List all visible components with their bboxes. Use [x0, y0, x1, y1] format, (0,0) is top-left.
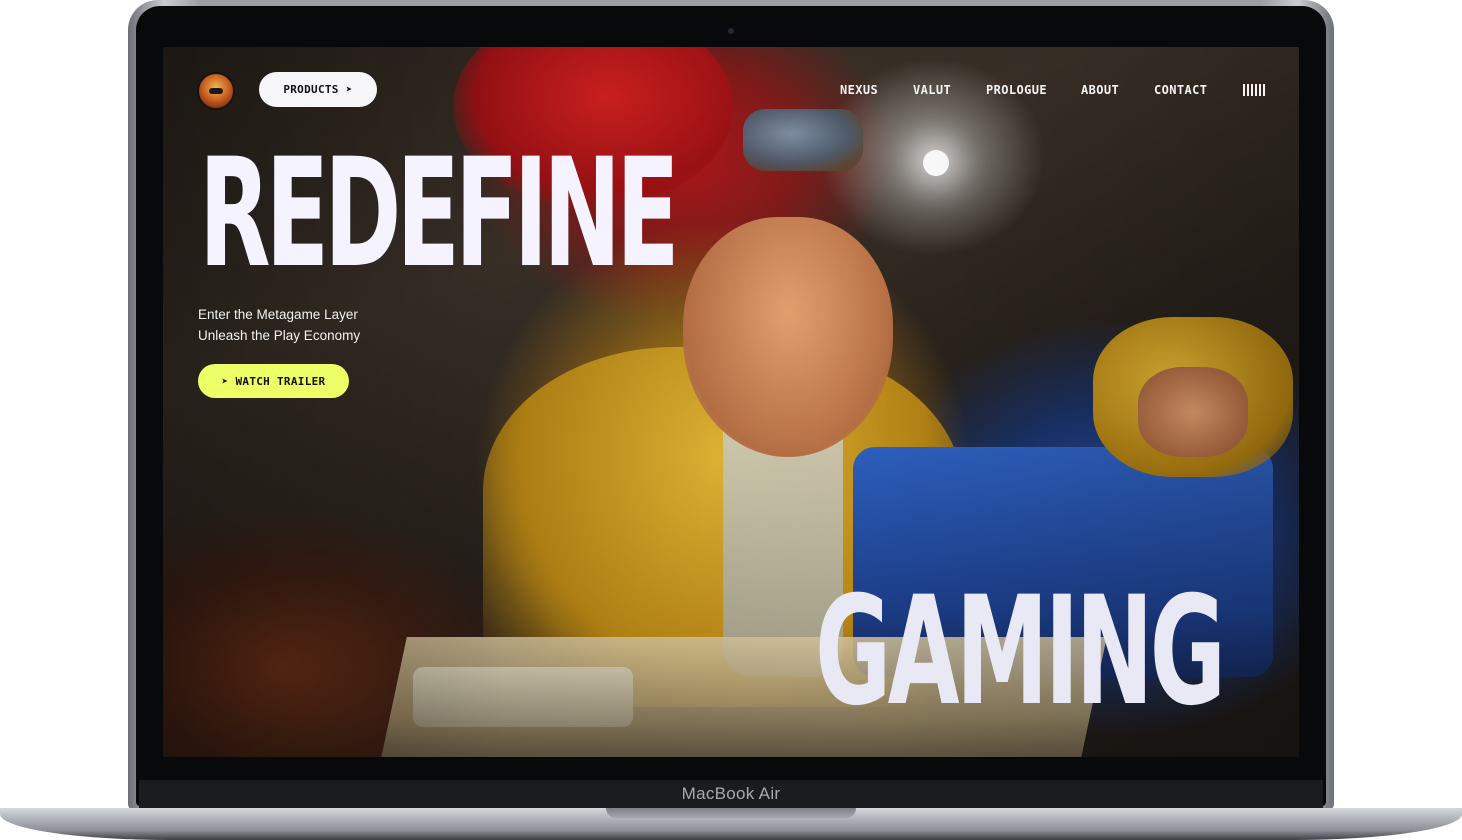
audio-bars-icon[interactable] — [1243, 84, 1265, 96]
mascot-logo-icon[interactable] — [199, 74, 233, 108]
nav-item-valut[interactable]: VALUT — [913, 83, 951, 97]
watch-trailer-button[interactable]: ➤ WATCH TRAILER — [198, 364, 349, 398]
products-label: PRODUCTS — [283, 83, 339, 96]
hero-tagline: Enter the Metagame Layer Unleash the Pla… — [198, 304, 360, 346]
products-button[interactable]: PRODUCTS ➤ — [259, 72, 377, 107]
nav-item-contact[interactable]: CONTACT — [1154, 83, 1207, 97]
tagline-line-1: Enter the Metagame Layer — [198, 307, 358, 322]
nav-item-nexus[interactable]: NEXUS — [840, 83, 878, 97]
camera-icon — [728, 28, 734, 34]
tagline-line-2: Unleash the Play Economy — [198, 328, 361, 343]
nav-item-prologue[interactable]: PROLOGUE — [986, 83, 1047, 97]
laptop-notch — [606, 808, 856, 818]
hero-title: REDEFINE — [199, 127, 680, 301]
nav-item-about[interactable]: ABOUT — [1081, 83, 1119, 97]
website-screen: PRODUCTS ➤ NEXUS VALUT PROLOGUE ABOUT CO… — [163, 47, 1299, 757]
hero-word-gaming: GAMING — [815, 565, 1226, 739]
navigation-arrow-icon: ➤ — [345, 83, 353, 96]
watch-trailer-label: WATCH TRAILER — [235, 374, 326, 388]
navigation-arrow-icon: ➤ — [221, 374, 229, 388]
device-label: MacBook Air — [139, 780, 1323, 808]
